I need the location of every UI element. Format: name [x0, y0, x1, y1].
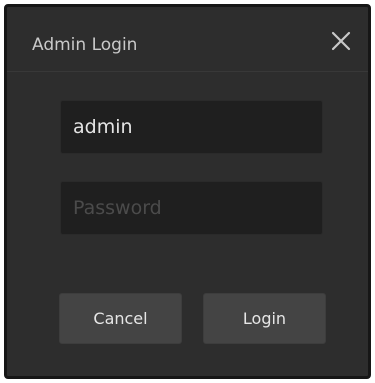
close-button[interactable]: [329, 29, 353, 53]
username-field[interactable]: [60, 100, 323, 154]
password-field[interactable]: [60, 181, 323, 235]
dialog-title: Admin Login: [32, 35, 138, 55]
close-icon: [331, 31, 351, 51]
admin-login-dialog: Admin Login Cancel Login: [4, 4, 371, 379]
login-button[interactable]: Login: [203, 293, 326, 344]
cancel-button[interactable]: Cancel: [59, 293, 182, 344]
dialog-header: Admin Login: [7, 7, 368, 72]
